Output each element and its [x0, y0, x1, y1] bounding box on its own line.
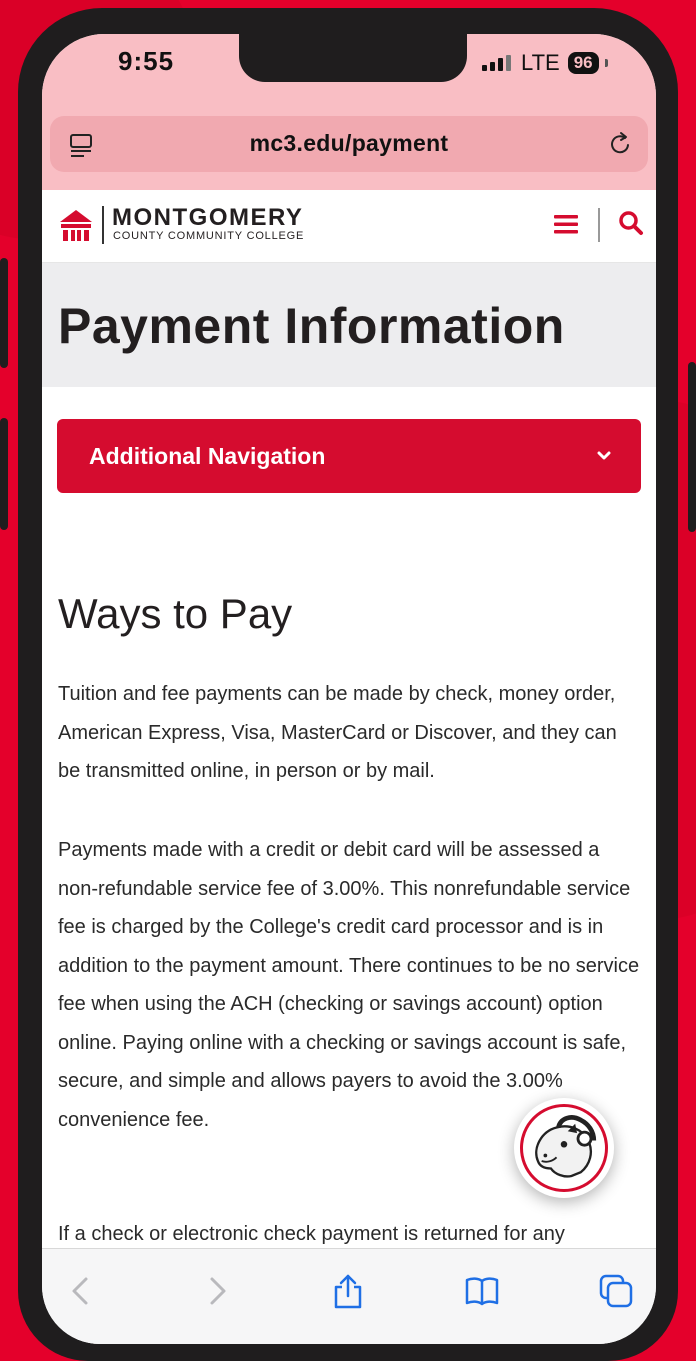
- status-indicators: LTE 96: [482, 50, 608, 76]
- network-label: LTE: [521, 50, 560, 75]
- logo-subtitle[interactable]: COUNTY COMMUNITY COLLEGE: [113, 230, 304, 242]
- share-icon[interactable]: [330, 1273, 366, 1309]
- chevron-down-icon: [597, 451, 611, 460]
- hamburger-menu-icon[interactable]: [554, 214, 578, 234]
- paragraph: Payments made with a credit or debit car…: [58, 839, 640, 1131]
- chevron-right-icon[interactable]: [198, 1273, 234, 1309]
- mustang-mascot-icon: [535, 1115, 597, 1178]
- logo-name[interactable]: MONTGOMERY: [112, 204, 303, 232]
- tabs-icon[interactable]: [598, 1273, 634, 1309]
- chat-mascot-button[interactable]: [514, 1098, 614, 1198]
- signal-icon: [482, 55, 511, 71]
- phone-side-button: [688, 362, 696, 532]
- college-logo-icon[interactable]: [58, 208, 94, 242]
- phone-screen: 9:55 LTE 96 mc3.edu/payment MONTGOMERY C…: [42, 34, 656, 1344]
- site-header: MONTGOMERY COUNTY COMMUNITY COLLEGE: [42, 190, 656, 263]
- status-time: 9:55: [118, 46, 175, 76]
- phone-side-button: [0, 418, 8, 530]
- search-icon[interactable]: [618, 210, 644, 236]
- phone-notch: [239, 34, 467, 82]
- page-title-band: Payment Information: [42, 263, 656, 387]
- reload-icon[interactable]: [606, 130, 634, 158]
- book-icon[interactable]: [464, 1273, 500, 1309]
- battery-icon: 96: [567, 52, 599, 74]
- address-bar[interactable]: mc3.edu/payment: [50, 116, 648, 172]
- url-text[interactable]: mc3.edu/payment: [50, 130, 648, 157]
- battery-tip: [604, 59, 608, 67]
- header-divider: [598, 208, 600, 242]
- additional-navigation-dropdown[interactable]: Additional Navigation: [57, 419, 641, 493]
- logo-divider: [102, 206, 104, 244]
- dropdown-label: Additional Navigation: [89, 443, 326, 469]
- section-heading: Ways to Pay: [58, 590, 293, 637]
- browser-toolbar: [42, 1248, 656, 1344]
- mascot-badge: [520, 1104, 608, 1192]
- paragraph: Tuition and fee payments can be made by …: [58, 683, 617, 782]
- chevron-left-icon[interactable]: [64, 1273, 100, 1309]
- page-title: Payment Information: [58, 298, 565, 354]
- phone-side-button: [0, 258, 8, 368]
